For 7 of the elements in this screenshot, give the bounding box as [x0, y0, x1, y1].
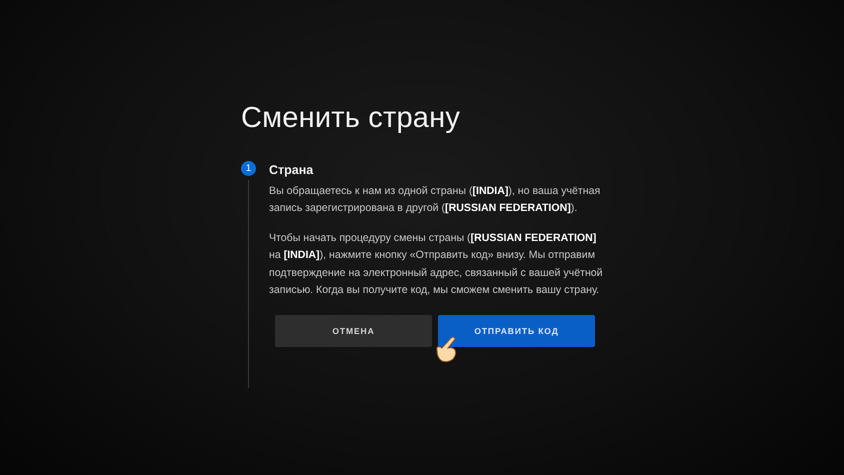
- page-title: Сменить страну: [241, 102, 462, 135]
- send-code-button[interactable]: ОТПРАВИТЬ КОД: [438, 315, 595, 348]
- step-heading: Страна: [269, 163, 314, 177]
- paragraph: Вы обращаетесь к нам из одной страны ([INDIA]), но ваша учётная запись зарегистрирована в другой ([RUSSIAN FEDERATION]).: [269, 184, 602, 216]
- paragraph: Чтобы начать процедуру смены страны ([RUSSIAN FEDERATION] на [INDIA]), нажмите кнопку «Отправить код» внизу. Мы отправим подтверждение на электронный адрес, связанный с вашей учётной записью. Когда вы получите код, мы сможем сменить вашу страну.: [269, 230, 604, 298]
- cancel-button[interactable]: ОТМЕНА: [275, 315, 432, 348]
- step-number: 1: [241, 161, 256, 176]
